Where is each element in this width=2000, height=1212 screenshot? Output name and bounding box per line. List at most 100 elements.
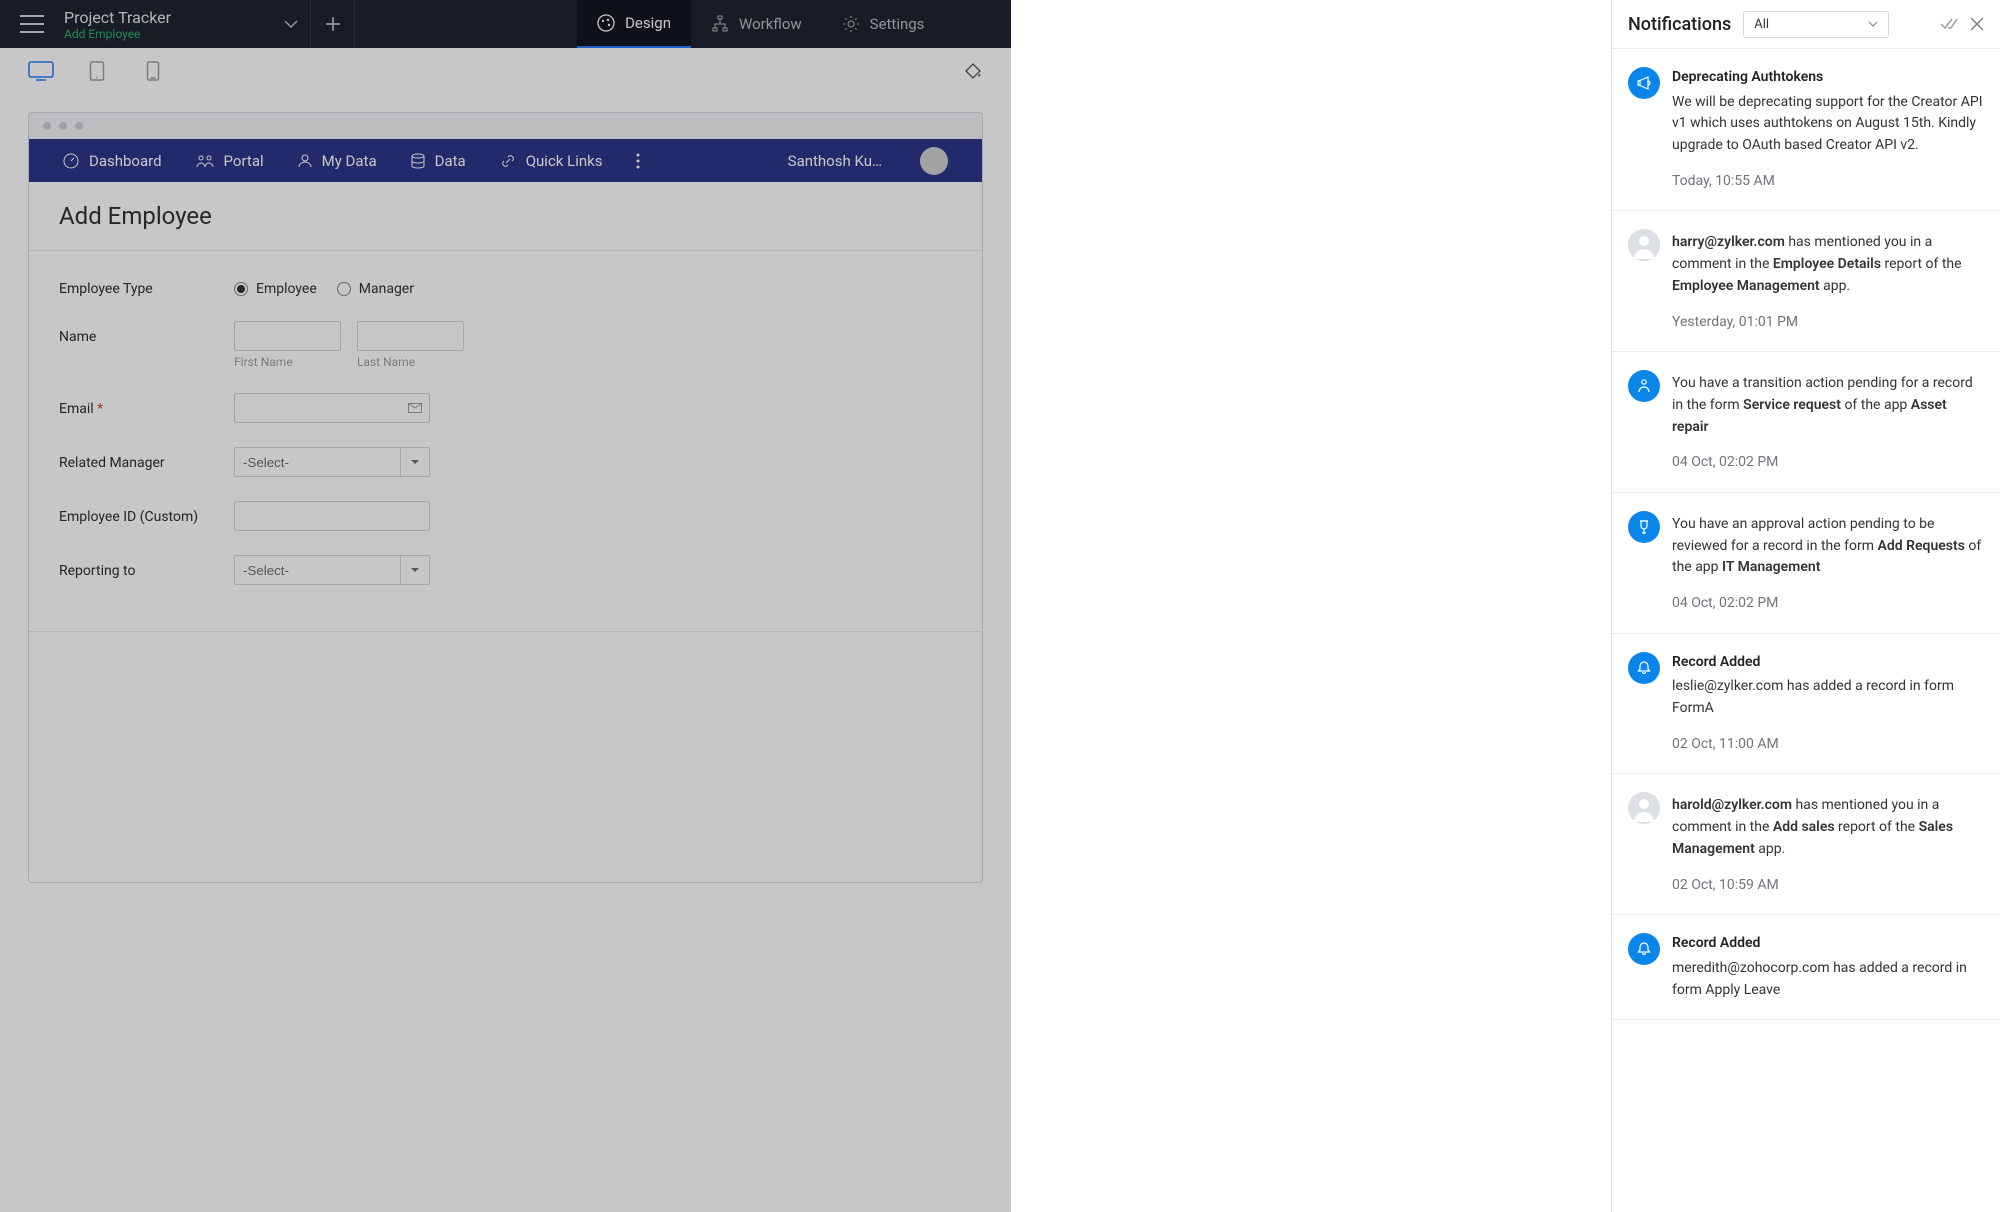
workflow-icon	[711, 15, 729, 33]
paint-bucket-icon[interactable]	[963, 61, 983, 81]
close-icon[interactable]	[1970, 17, 1984, 31]
last-name-input[interactable]	[357, 321, 464, 351]
notification-content: harold@zylker.com has mentioned you in a…	[1672, 792, 1984, 896]
notifications-title: Notifications	[1628, 14, 1731, 35]
notification-body: harry@zylker.com has mentioned you in a …	[1672, 232, 1984, 297]
notification-time: Yesterday, 01:01 PM	[1672, 312, 1984, 334]
avatar-icon	[1628, 792, 1660, 824]
radio-manager[interactable]: Manager	[337, 281, 414, 297]
field-label-employee-type: Employee Type	[59, 273, 234, 297]
notification-item[interactable]: harold@zylker.com has mentioned you in a…	[1612, 774, 2000, 915]
notification-content: You have an approval action pending to b…	[1672, 511, 1984, 615]
notification-body: meredith@zohocorp.com has added a record…	[1672, 958, 1984, 1001]
add-button[interactable]	[311, 0, 355, 48]
notification-heading: Record Added	[1672, 933, 1984, 955]
user-name[interactable]: Santhosh Ku…	[788, 152, 882, 170]
tab-design[interactable]: Design	[577, 0, 691, 48]
form-title: Add Employee	[29, 182, 982, 251]
notification-time: 02 Oct, 10:59 AM	[1672, 875, 1984, 897]
nav-label: Dashboard	[89, 152, 162, 170]
form-preview-window: Dashboard Portal My Data Data Quick Link…	[28, 112, 983, 883]
notification-time: 04 Oct, 02:02 PM	[1672, 452, 1984, 474]
notification-item[interactable]: You have an approval action pending to b…	[1612, 493, 2000, 634]
nav-portal[interactable]: Portal	[196, 152, 264, 170]
nav-label: Quick Links	[526, 152, 603, 170]
tab-label: Design	[625, 14, 671, 32]
tab-workflow[interactable]: Workflow	[691, 0, 822, 48]
megaphone-icon	[1628, 67, 1660, 99]
field-label-employee-id: Employee ID (Custom)	[59, 501, 234, 525]
notification-body: harold@zylker.com has mentioned you in a…	[1672, 795, 1984, 860]
link-icon	[500, 153, 516, 169]
avatar-icon	[1628, 229, 1660, 261]
field-label-reporting-to: Reporting to	[59, 555, 234, 579]
radio-employee[interactable]: Employee	[234, 281, 317, 297]
chevron-down-icon	[284, 20, 298, 28]
notification-time: 04 Oct, 02:02 PM	[1672, 593, 1984, 615]
notification-item[interactable]: You have a transition action pending for…	[1612, 352, 2000, 493]
tab-settings[interactable]: Settings	[822, 0, 945, 48]
mobile-icon[interactable]	[140, 61, 166, 81]
notification-body: leslie@zylker.com has added a record in …	[1672, 676, 1984, 719]
employee-id-input[interactable]	[234, 501, 430, 531]
users-icon	[196, 154, 214, 168]
notification-item[interactable]: Record Added meredith@zohocorp.com has ad…	[1612, 915, 2000, 1020]
tab-label: Settings	[870, 15, 925, 33]
gear-icon	[842, 15, 860, 33]
avatar[interactable]	[920, 147, 948, 175]
chevron-down-icon	[400, 555, 430, 585]
last-name-sublabel: Last Name	[357, 355, 464, 369]
nav-label: Data	[435, 152, 466, 170]
notification-heading: Deprecating Authtokens	[1672, 67, 1984, 89]
person-icon	[298, 154, 312, 168]
notification-body: We will be deprecating support for the C…	[1672, 92, 1984, 157]
first-name-sublabel: First Name	[234, 355, 341, 369]
notification-content: harry@zylker.com has mentioned you in a …	[1672, 229, 1984, 333]
notification-item[interactable]: Record Addedleslie@zylker.com has added …	[1612, 634, 2000, 775]
window-titlebar	[29, 113, 982, 139]
app-title: Project Tracker	[64, 8, 171, 27]
tablet-icon[interactable]	[84, 61, 110, 81]
dashboard-icon	[63, 153, 79, 169]
reporting-to-select[interactable]	[234, 555, 430, 585]
nav-mydata[interactable]: My Data	[298, 152, 377, 170]
more-vertical-icon[interactable]	[636, 153, 640, 169]
chevron-down-icon	[1868, 21, 1878, 27]
tab-label: Workflow	[739, 15, 802, 33]
mark-all-read-icon[interactable]	[1940, 18, 1958, 30]
email-input[interactable]	[234, 393, 400, 423]
related-manager-select[interactable]	[234, 447, 430, 477]
field-label-email: Email *	[59, 393, 234, 417]
notification-content: Record Addedleslie@zylker.com has added …	[1672, 652, 1984, 756]
nav-label: Portal	[224, 152, 264, 170]
nav-label: My Data	[322, 152, 377, 170]
chevron-down-icon	[400, 447, 430, 477]
transition-icon	[1628, 370, 1660, 402]
envelope-icon	[400, 393, 430, 423]
field-label-name: Name	[59, 321, 234, 345]
approval-icon	[1628, 511, 1660, 543]
notification-heading: Record Added	[1672, 652, 1984, 674]
desktop-icon[interactable]	[28, 61, 54, 81]
first-name-input[interactable]	[234, 321, 341, 351]
field-label-related-manager: Related Manager	[59, 447, 234, 471]
notification-content: Record Added meredith@zohocorp.com has ad…	[1672, 933, 1984, 1001]
nav-quicklinks[interactable]: Quick Links	[500, 152, 603, 170]
notification-content: Deprecating Authtokens We will be depreca…	[1672, 67, 1984, 192]
notification-body: You have a transition action pending for…	[1672, 373, 1984, 438]
bell-icon	[1628, 652, 1660, 684]
notification-time: 02 Oct, 11:00 AM	[1672, 734, 1984, 756]
notification-time: Today, 10:55 AM	[1672, 171, 1984, 193]
design-icon	[597, 14, 615, 32]
notification-item[interactable]: Deprecating Authtokens We will be depreca…	[1612, 49, 2000, 211]
breadcrumb[interactable]: Add Employee	[64, 27, 171, 41]
nav-dashboard[interactable]: Dashboard	[63, 152, 162, 170]
notifications-panel: Notifications All Deprecating Authtokens…	[1611, 0, 2000, 1212]
notification-item[interactable]: harry@zylker.com has mentioned you in a …	[1612, 211, 2000, 352]
nav-data[interactable]: Data	[411, 152, 466, 170]
notifications-filter[interactable]: All	[1743, 11, 1889, 38]
app-dropdown[interactable]	[271, 0, 311, 48]
hamburger-menu[interactable]	[20, 15, 44, 33]
bell-icon	[1628, 933, 1660, 965]
notification-content: You have a transition action pending for…	[1672, 370, 1984, 474]
